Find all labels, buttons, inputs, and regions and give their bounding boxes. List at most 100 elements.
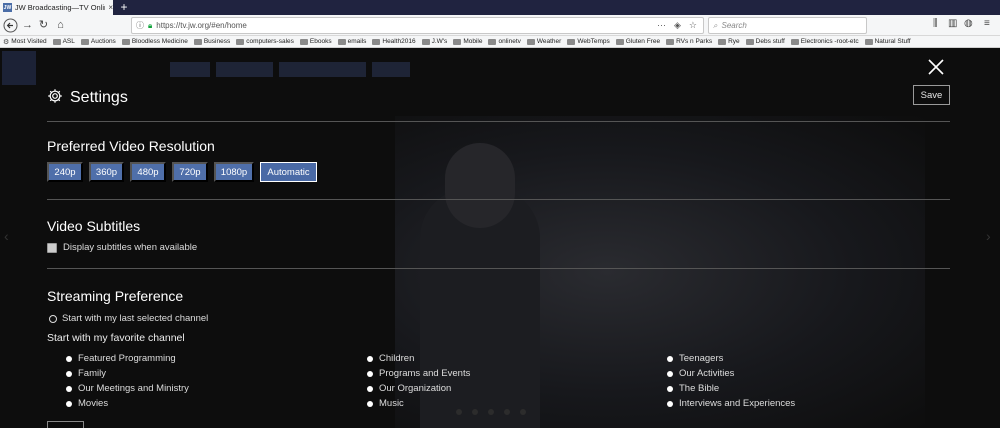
- page-actions-icon[interactable]: ···: [657, 20, 666, 31]
- sidebar-icon[interactable]: ▥: [948, 18, 957, 29]
- last-channel-option[interactable]: Start with my last selected channel: [49, 313, 208, 324]
- bookmark-folder[interactable]: emails: [337, 38, 366, 45]
- bookmark-most-visited[interactable]: ⚙ Most Visited: [3, 38, 47, 46]
- channel-option[interactable]: Our Organization: [367, 383, 451, 394]
- last-channel-label: Start with my last selected channel: [62, 313, 209, 324]
- resolution-automatic-button[interactable]: Automatic: [260, 162, 317, 182]
- radio-dot-icon[interactable]: [667, 370, 673, 377]
- folder-icon: [864, 38, 873, 45]
- radio-dot-icon[interactable]: [667, 400, 673, 407]
- favorite-channel-label: Start with my favorite channel: [47, 332, 185, 344]
- browser-search-input[interactable]: ⌕ Search: [708, 17, 867, 34]
- gear-icon: ⚙: [3, 38, 10, 46]
- folder-icon: [299, 38, 308, 45]
- subtitles-heading: Video Subtitles: [47, 218, 141, 234]
- browser-tab[interactable]: JW JW Broadcasting—TV Online | J ×: [0, 0, 113, 15]
- bookmark-folder[interactable]: Rye: [718, 38, 740, 45]
- folder-icon: [52, 38, 61, 45]
- radio-dot-icon[interactable]: [367, 370, 373, 377]
- bookmark-folder[interactable]: computers-sales: [236, 38, 294, 45]
- bookmark-folder[interactable]: Mobile: [453, 38, 482, 45]
- close-icon[interactable]: [926, 57, 946, 77]
- new-tab-icon[interactable]: +: [118, 0, 130, 15]
- page-title: Settings: [70, 88, 128, 106]
- url-bar[interactable]: ⓘ 🔒︎ https://tv.jw.org/#en/home ··· ◈ ☆: [131, 17, 704, 34]
- bookmark-folder[interactable]: Health2016: [372, 38, 416, 45]
- home-icon[interactable]: ⌂: [53, 18, 68, 33]
- resolution-options: 240p 360p 480p 720p 1080p Automatic: [47, 162, 317, 182]
- bookmark-star-icon[interactable]: ☆: [689, 20, 697, 31]
- bookmark-folder[interactable]: onlinetv: [488, 38, 521, 45]
- radio-dot-icon[interactable]: [367, 385, 373, 392]
- forward-icon[interactable]: →: [20, 18, 35, 33]
- bookmark-folder[interactable]: Auctions: [80, 38, 116, 45]
- bookmark-folder[interactable]: ASL: [52, 38, 75, 45]
- bookmark-folder[interactable]: Ebooks: [299, 38, 332, 45]
- resolution-720p-button[interactable]: 720p: [172, 162, 208, 182]
- channel-option[interactable]: Family: [66, 368, 106, 379]
- gear-icon: [47, 88, 63, 107]
- folder-icon: [745, 38, 754, 45]
- menu-icon[interactable]: ≡: [984, 18, 990, 29]
- subtitles-checkbox[interactable]: [47, 242, 57, 253]
- channel-option[interactable]: Our Activities: [667, 368, 734, 379]
- channel-option[interactable]: Interviews and Experiences: [667, 398, 795, 409]
- folder-icon: [193, 38, 202, 45]
- extension-icon[interactable]: ◍: [964, 18, 973, 29]
- channel-option[interactable]: Music: [367, 398, 404, 409]
- bookmark-folder[interactable]: Natural Stuff: [864, 38, 911, 45]
- bookmark-folder[interactable]: Debs stuff: [745, 38, 785, 45]
- bookmark-folder[interactable]: Electronics -root-etc: [790, 38, 859, 45]
- resolution-480p-button[interactable]: 480p: [130, 162, 166, 182]
- folder-icon: [421, 38, 430, 45]
- channel-option[interactable]: Featured Programming: [66, 353, 176, 364]
- streaming-heading: Streaming Preference: [47, 288, 184, 304]
- bottom-save-button[interactable]: [47, 421, 84, 428]
- folder-icon: [236, 38, 245, 45]
- resolution-360p-button[interactable]: 360p: [89, 162, 124, 182]
- search-icon: ⌕: [713, 20, 718, 30]
- channel-option[interactable]: Programs and Events: [367, 368, 470, 379]
- browser-navigation-bar: → ↻ ⌂ ⓘ 🔒︎ https://tv.jw.org/#en/home ··…: [0, 15, 1000, 36]
- channel-option[interactable]: Teenagers: [667, 353, 723, 364]
- radio-dot-icon[interactable]: [667, 355, 673, 362]
- save-button[interactable]: Save: [913, 85, 950, 105]
- channel-option[interactable]: Children: [367, 353, 414, 364]
- bookmark-folder[interactable]: Business: [193, 38, 230, 45]
- bookmark-folder[interactable]: J.W's: [421, 38, 447, 45]
- bookmark-folder[interactable]: Bloodless Medicine: [121, 38, 188, 45]
- radio-dot-icon[interactable]: [367, 355, 373, 362]
- bookmark-folder[interactable]: RVs n Parks: [666, 38, 712, 45]
- folder-icon: [790, 38, 799, 45]
- subtitles-option[interactable]: Display subtitles when available: [47, 242, 197, 253]
- folder-icon: [666, 38, 675, 45]
- radio-dot-icon[interactable]: [66, 355, 72, 362]
- bookmark-folder[interactable]: WebTemps: [567, 38, 610, 45]
- bookmark-folder[interactable]: Weather: [526, 38, 561, 45]
- pocket-icon[interactable]: ◈: [674, 20, 681, 31]
- library-icon[interactable]: ⫼: [933, 18, 938, 29]
- divider: [47, 268, 950, 269]
- radio-dot-icon[interactable]: [66, 370, 72, 377]
- folder-icon: [372, 38, 381, 45]
- radio-dot-icon[interactable]: [66, 385, 72, 392]
- radio-dot-icon[interactable]: [367, 400, 373, 407]
- channel-option[interactable]: The Bible: [667, 383, 719, 394]
- folder-icon: [337, 38, 346, 45]
- radio-dot-icon[interactable]: [66, 400, 72, 407]
- resolution-240p-button[interactable]: 240p: [47, 162, 83, 182]
- back-icon[interactable]: [3, 18, 18, 33]
- bookmark-folder[interactable]: Gluten Free: [615, 38, 660, 45]
- radio-dot-icon[interactable]: [667, 385, 673, 392]
- reload-icon[interactable]: ↻: [36, 18, 51, 33]
- channel-option[interactable]: Movies: [66, 398, 108, 409]
- channel-option[interactable]: Our Meetings and Ministry: [66, 383, 189, 394]
- url-text: https://tv.jw.org/#en/home: [156, 21, 247, 30]
- last-channel-radio[interactable]: [49, 314, 57, 323]
- folder-icon: [80, 38, 89, 45]
- folder-icon: [615, 38, 624, 45]
- resolution-1080p-button[interactable]: 1080p: [214, 162, 254, 182]
- search-placeholder: Search: [721, 21, 747, 30]
- site-info-icon[interactable]: ⓘ: [136, 20, 144, 31]
- tab-close-icon[interactable]: ×: [108, 3, 113, 12]
